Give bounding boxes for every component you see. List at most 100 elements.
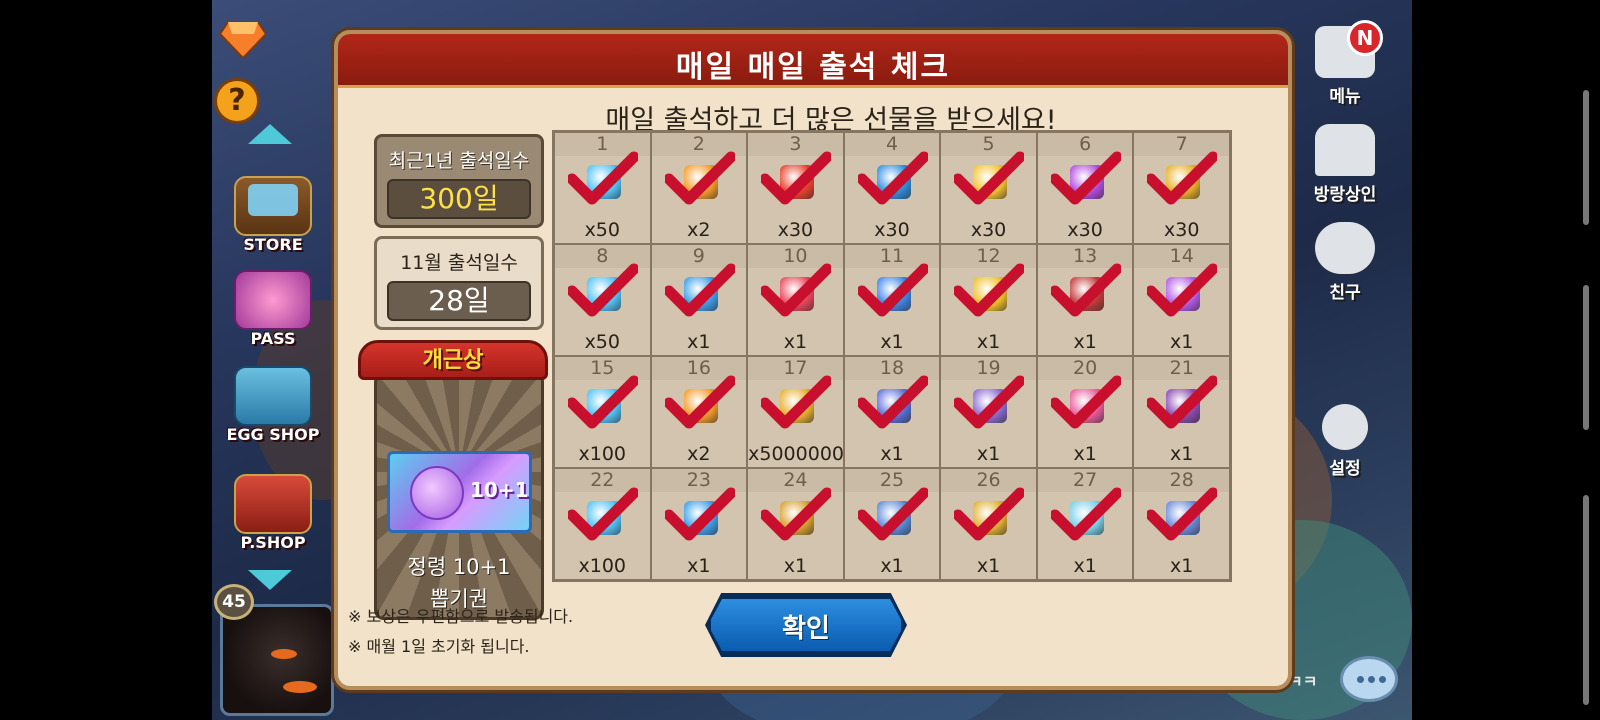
- merchant-button[interactable]: 방랑상인: [1300, 124, 1390, 205]
- checkmark-icon: [568, 375, 638, 429]
- attendance-day-cell: 1 x50: [555, 133, 650, 243]
- attendance-day-cell: 20 x1: [1037, 357, 1133, 467]
- reward-quantity: x1: [783, 555, 808, 577]
- attendance-day-cell: 3 x30: [748, 133, 843, 243]
- checkmark-icon: [664, 375, 735, 429]
- attendance-day-cell: 26 x1: [941, 469, 1036, 579]
- reward-quantity: x100: [578, 555, 627, 577]
- reward-quantity: x100: [578, 443, 627, 465]
- attendance-dialog: 매일 매일 출석 체크 매일 출석하고 더 많은 선물을 받으세요! 최근1년 …: [334, 30, 1292, 690]
- attendance-day-cell: 18 x1: [844, 357, 940, 467]
- dragon-eye-icon: [271, 649, 297, 659]
- reward-quantity: x1: [1073, 555, 1097, 577]
- scrollbar[interactable]: [1583, 90, 1589, 225]
- checkmark-icon: [664, 263, 735, 317]
- friends-label: 친구: [1329, 283, 1361, 303]
- attendance-day-cell: 17 x5000000: [748, 357, 843, 467]
- egg-shop-icon: [234, 366, 312, 426]
- dragon-mouth-icon: [283, 681, 317, 693]
- checkmark-icon: [568, 263, 638, 317]
- reward-quantity: x2: [687, 443, 711, 465]
- p-shop-chest-icon: [234, 474, 312, 534]
- checkmark-icon: [1147, 263, 1218, 317]
- egg-shop-button[interactable]: EGG SHOP: [216, 362, 330, 448]
- p-shop-button[interactable]: P.SHOP: [216, 470, 330, 556]
- p-shop-label: P.SHOP: [240, 533, 306, 552]
- pass-button[interactable]: PASS: [216, 266, 330, 352]
- gear-icon: [1322, 404, 1368, 450]
- dragon-portrait[interactable]: [220, 604, 334, 716]
- attendance-day-cell: 10 x1: [748, 245, 843, 355]
- perfect-attendance-ribbon: 개근상: [358, 332, 548, 388]
- attendance-day-cell: 16 x2: [651, 357, 747, 467]
- reward-quantity: x30: [874, 219, 910, 241]
- reward-quantity: x30: [777, 219, 814, 241]
- chat-dot: [1368, 676, 1375, 683]
- scroll-up-arrow-icon[interactable]: [248, 124, 292, 144]
- checkmark-icon: [568, 487, 638, 541]
- reward-quantity: x1: [783, 331, 808, 353]
- attendance-day-cell: 11 x1: [844, 245, 940, 355]
- reward-quantity: x1: [687, 555, 711, 577]
- game-screen: ? STORE PASS EGG SHOP P.SHOP 45 메뉴 N 방랑상…: [0, 0, 1600, 720]
- confirm-button[interactable]: 확인: [705, 593, 907, 657]
- attendance-day-cell: 15 x100: [555, 357, 650, 467]
- egg-shop-label: EGG SHOP: [226, 425, 320, 444]
- gem-currency-icon[interactable]: [220, 18, 266, 58]
- perfect-attendance-reward: 10+1 정령 10+1 뽑기권: [374, 372, 544, 620]
- chat-bubble-icon[interactable]: [1340, 656, 1398, 702]
- reward-quantity: x1: [1073, 331, 1097, 353]
- perfect-reward-caption-line1: 정령 10+1: [407, 555, 511, 579]
- reward-quantity: x1: [976, 331, 1001, 353]
- reward-quantity: x1: [976, 555, 1001, 577]
- pass-emblem-icon: [234, 270, 312, 330]
- attendance-day-cell: 22 x100: [555, 469, 650, 579]
- reward-quantity: x1: [1170, 331, 1194, 353]
- help-icon[interactable]: ?: [214, 78, 260, 124]
- chat-dot: [1379, 676, 1386, 683]
- yearly-attendance-value: 300일: [387, 179, 531, 219]
- store-label: STORE: [243, 235, 303, 254]
- reward-quantity: x1: [687, 331, 711, 353]
- attendance-day-cell: 5 x30: [941, 133, 1036, 243]
- new-badge: N: [1347, 20, 1383, 56]
- note-reset: ※ 매월 1일 초기화 됩니다.: [348, 637, 530, 656]
- attendance-calendar-grid: 1 x50 2 x2 3 x30 4 x30 5 x30 6 x30 7 x30 8 x50 9 x1 10 x1 11…: [552, 130, 1232, 582]
- scrollbar[interactable]: [1583, 495, 1589, 705]
- summon-ticket-icon: 10+1: [387, 451, 532, 533]
- scrollbar[interactable]: [1583, 285, 1589, 430]
- checkmark-icon: [857, 151, 928, 205]
- store-gems-icon: [248, 184, 298, 216]
- attendance-day-cell: 24 x1: [748, 469, 843, 579]
- reward-quantity: x5000000: [748, 443, 843, 465]
- reward-quantity: x30: [970, 219, 1007, 241]
- attendance-day-cell: 4 x30: [844, 133, 940, 243]
- store-button[interactable]: STORE: [216, 172, 330, 258]
- checkmark-icon: [954, 375, 1025, 429]
- dialog-notes: ※ 보상은 우편함으로 발송됩니다. ※ 매월 1일 초기화 됩니다.: [348, 602, 573, 662]
- attendance-day-cell: 14 x1: [1134, 245, 1229, 355]
- settings-button[interactable]: 설정: [1300, 404, 1390, 479]
- merchant-basket-icon: [1315, 124, 1375, 176]
- checkmark-icon: [857, 263, 928, 317]
- dialog-title: 매일 매일 출석 체크: [675, 50, 951, 85]
- attendance-day-cell: 9 x1: [651, 245, 747, 355]
- yearly-attendance-box: 최근1년 출석일수 300일: [374, 134, 544, 228]
- reward-quantity: x1: [976, 443, 1001, 465]
- scroll-down-arrow-icon[interactable]: [248, 570, 292, 590]
- confirm-button-label: 확인: [782, 614, 830, 644]
- monthly-attendance-value: 28일: [387, 281, 531, 321]
- note-mail: ※ 보상은 우편함으로 발송됩니다.: [348, 607, 574, 626]
- friends-button[interactable]: 친구: [1300, 222, 1390, 303]
- reward-quantity: x50: [584, 331, 620, 353]
- checkmark-icon: [761, 151, 832, 205]
- checkmark-icon: [1050, 263, 1121, 317]
- reward-quantity: x2: [687, 219, 711, 241]
- chat-preview: ㅋㅋ: [1288, 672, 1318, 691]
- reward-quantity: x30: [1067, 219, 1103, 241]
- chat-dot: [1357, 676, 1364, 683]
- attendance-day-cell: 28 x1: [1134, 469, 1229, 579]
- checkmark-icon: [568, 151, 638, 205]
- checkmark-icon: [761, 263, 832, 317]
- checkmark-icon: [857, 487, 928, 541]
